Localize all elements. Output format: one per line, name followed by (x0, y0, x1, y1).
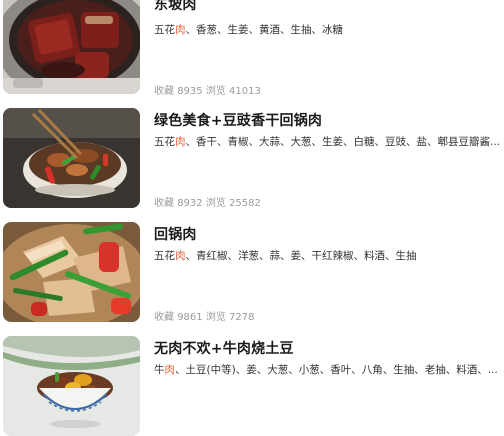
ingredient-text: 牛 (154, 364, 165, 376)
recipe-stats: 收藏 9861 浏览 7278 (154, 308, 254, 323)
recipe-title[interactable]: 绿色美食+豆豉香干回锅肉 (154, 110, 322, 130)
ingredient-highlight: 肉 (175, 24, 186, 36)
favorites-label: 收藏 (154, 312, 174, 323)
favorites-count: 9861 (177, 312, 203, 323)
recipe-stats: 收藏 8932 浏览 25582 (154, 194, 261, 209)
recipe-thumbnail[interactable] (3, 222, 140, 322)
favorites-count: 8932 (177, 198, 203, 209)
recipe-card-dongpo-pork[interactable]: 东坡肉 五花肉、香葱、生姜、黄酒、生抽、冰糖 收藏 8935 浏览 41013 (0, 0, 504, 97)
recipe-ingredients: 五花肉、青红椒、洋葱、蒜、姜、干红辣椒、料酒、生抽 (154, 248, 502, 263)
recipe-thumbnail[interactable] (3, 0, 140, 94)
recipe-card-beef-potato[interactable]: 无肉不欢+牛肉烧土豆 牛肉、土豆(中等)、姜、大葱、小葱、香叶、八角、生抽、老抽… (0, 336, 504, 436)
views-count: 7278 (229, 312, 255, 323)
recipe-title[interactable]: 东坡肉 (154, 0, 197, 14)
ingredient-text: 五花 (154, 24, 175, 36)
favorites-count: 8935 (177, 86, 203, 97)
ingredient-text: 五花 (154, 136, 175, 148)
ingredient-text: 、土豆(中等)、姜、大葱、小葱、香叶、八角、生抽、老抽、料酒、... (175, 364, 498, 376)
recipe-title[interactable]: 回锅肉 (154, 224, 197, 244)
ingredient-highlight: 肉 (175, 250, 186, 262)
favorites-label: 收藏 (154, 86, 174, 97)
recipe-card-douchi-pork[interactable]: 绿色美食+豆豉香干回锅肉 五花肉、香干、青椒、大蒜、大葱、生姜、白糖、豆豉、盐、… (0, 108, 504, 209)
ingredient-text: 、香干、青椒、大蒜、大葱、生姜、白糖、豆豉、盐、郫县豆瓣酱... (185, 136, 501, 148)
pork-stirfry-bowl-image (3, 108, 140, 208)
views-label: 浏览 (205, 312, 226, 323)
twice-cooked-pork-plate-image (3, 222, 140, 322)
ingredient-highlight: 肉 (164, 364, 176, 376)
favorites-label: 收藏 (154, 198, 174, 209)
views-label: 浏览 (205, 86, 226, 97)
ingredient-text: 、香葱、生姜、黄酒、生抽、冰糖 (185, 24, 344, 36)
recipe-ingredients: 五花肉、香干、青椒、大蒜、大葱、生姜、白糖、豆豉、盐、郫县豆瓣酱... (154, 134, 502, 149)
recipe-ingredients: 五花肉、香葱、生姜、黄酒、生抽、冰糖 (154, 22, 502, 37)
ingredient-text: 、青红椒、洋葱、蒜、姜、干红辣椒、料酒、生抽 (185, 250, 417, 262)
views-label: 浏览 (205, 198, 226, 209)
recipe-card-twice-cooked-pork[interactable]: 回锅肉 五花肉、青红椒、洋葱、蒜、姜、干红辣椒、料酒、生抽 收藏 9861 浏览… (0, 222, 504, 323)
views-count: 41013 (229, 86, 261, 97)
beef-potato-bowl-image (3, 336, 140, 436)
braised-pork-in-pot-image (3, 0, 140, 94)
recipe-stats: 收藏 8935 浏览 41013 (154, 82, 261, 97)
ingredient-text: 五花 (154, 250, 175, 262)
recipe-thumbnail[interactable] (3, 108, 140, 208)
recipe-thumbnail[interactable] (3, 336, 140, 436)
recipe-title[interactable]: 无肉不欢+牛肉烧土豆 (154, 338, 294, 358)
views-count: 25582 (229, 198, 261, 209)
ingredient-highlight: 肉 (175, 136, 186, 148)
recipe-ingredients: 牛肉、土豆(中等)、姜、大葱、小葱、香叶、八角、生抽、老抽、料酒、... (154, 362, 502, 377)
